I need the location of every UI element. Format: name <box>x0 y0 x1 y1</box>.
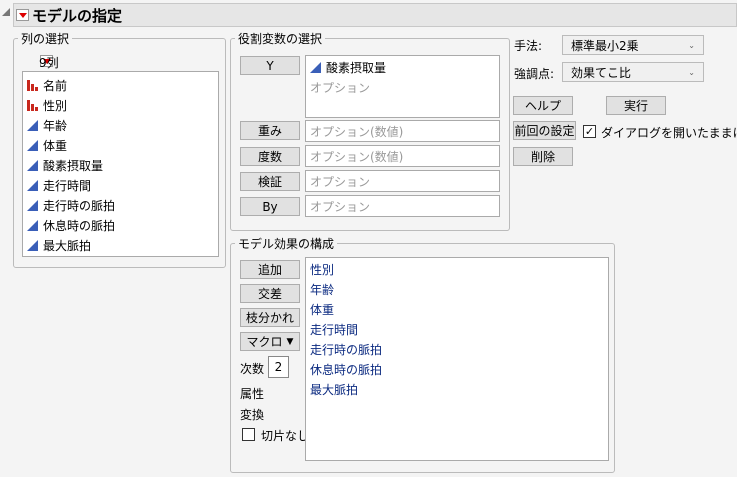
column-label: 走行時の脈拍 <box>43 198 116 213</box>
by-button[interactable]: By <box>240 197 300 216</box>
by-field[interactable]: オプション <box>305 195 500 217</box>
chevron-down-icon: ⌄ <box>688 40 695 50</box>
method-label: 手法: <box>514 39 543 53</box>
add-button[interactable]: 追加 <box>240 260 300 279</box>
column-item[interactable]: 性別 <box>27 96 67 114</box>
weight-button[interactable]: 重み <box>240 121 300 140</box>
y-role-value: 酸素摂取量 <box>326 60 387 75</box>
column-count: 9列 <box>39 56 59 70</box>
no-intercept-checkbox[interactable] <box>242 428 255 441</box>
column-item[interactable]: 酸素摂取量 <box>27 156 103 174</box>
continuous-icon <box>27 219 38 231</box>
effect-item[interactable]: 休息時の脈拍 <box>310 360 382 378</box>
validation-field[interactable]: オプション <box>305 170 500 192</box>
continuous-icon <box>27 199 38 211</box>
validation-button[interactable]: 検証 <box>240 172 300 191</box>
run-button[interactable]: 実行 <box>606 96 666 115</box>
column-item[interactable]: 年齢 <box>27 116 67 134</box>
column-label: 休息時の脈拍 <box>43 218 116 233</box>
remove-button[interactable]: 削除 <box>513 147 573 166</box>
freq-button[interactable]: 度数 <box>240 147 300 166</box>
degree-label: 次数 <box>240 362 265 376</box>
column-item[interactable]: 走行時間 <box>27 176 91 194</box>
weight-field[interactable]: オプション(数値) <box>305 120 500 142</box>
degree-input[interactable]: 2 <box>268 356 289 378</box>
emphasis-label: 強調点: <box>514 67 555 81</box>
continuous-icon <box>27 139 38 151</box>
chevron-down-icon: ⌄ <box>688 67 695 77</box>
column-list[interactable]: 名前性別年齢体重酸素摂取量走行時間走行時の脈拍 休息時の脈拍 最大脈拍 <box>22 71 219 257</box>
effect-item[interactable]: 性別 <box>310 260 334 278</box>
continuous-icon <box>27 179 38 191</box>
continuous-icon <box>310 61 321 73</box>
y-role-box[interactable]: 酸素摂取量 オプション <box>305 55 500 118</box>
method-value: 標準最小2乗 <box>571 38 639 53</box>
effects-list[interactable]: 性別年齢体重走行時間走行時の脈拍 休息時の脈拍 最大脈拍 <box>305 257 609 461</box>
column-label: 体重 <box>43 138 68 153</box>
macros-label: マクロ <box>246 335 283 349</box>
continuous-icon <box>27 239 38 251</box>
emphasis-value: 効果てこ比 <box>571 65 632 80</box>
y-role-button[interactable]: Y <box>240 56 300 75</box>
column-item[interactable]: 休息時の脈拍 <box>27 216 115 234</box>
column-label: 名前 <box>43 78 68 93</box>
method-dropdown[interactable]: 標準最小2乗 ⌄ <box>562 35 704 55</box>
column-label: 性別 <box>43 98 68 113</box>
panel-title: モデル効果の構成 <box>235 235 338 252</box>
attributes-label: 属性 <box>240 387 265 401</box>
panel-title: 役割変数の選択 <box>235 30 326 47</box>
column-item[interactable]: 体重 <box>27 136 67 154</box>
column-label: 最大脈拍 <box>43 238 92 253</box>
no-intercept-label: 切片なし <box>261 429 310 443</box>
column-label: 酸素摂取量 <box>43 158 104 173</box>
nest-button[interactable]: 枝分かれ <box>240 308 300 327</box>
help-button[interactable]: ヘルプ <box>513 96 573 115</box>
column-item[interactable]: 最大脈拍 <box>27 236 91 254</box>
transform-label: 変換 <box>240 408 265 422</box>
column-label: 走行時間 <box>43 178 92 193</box>
continuous-icon <box>27 119 38 131</box>
keep-open-label: ダイアログを開いたままにする <box>601 126 737 140</box>
effect-item[interactable]: 年齢 <box>310 280 334 298</box>
column-item[interactable]: 走行時の脈拍 <box>27 196 115 214</box>
panel-title: 列の選択 <box>18 30 73 47</box>
y-role-placeholder: オプション <box>310 80 371 95</box>
effect-item[interactable]: 走行時の脈拍 <box>310 340 382 358</box>
red-triangle-menu-icon[interactable] <box>16 9 29 21</box>
recall-button[interactable]: 前回の設定 <box>513 121 576 140</box>
nominal-bar-icon <box>27 79 38 91</box>
nominal-bar-icon <box>27 99 38 111</box>
cross-button[interactable]: 交差 <box>240 284 300 303</box>
macros-button[interactable]: マクロ ▼ <box>240 332 300 351</box>
continuous-icon <box>27 159 38 171</box>
caret-down-icon: ▼ <box>286 336 294 347</box>
freq-field[interactable]: オプション(数値) <box>305 145 500 167</box>
effect-item[interactable]: 最大脈拍 <box>310 380 358 398</box>
keep-open-checkbox[interactable]: ✓ <box>583 125 596 138</box>
collapse-triangle-icon[interactable] <box>2 8 10 16</box>
page-title: モデルの指定 <box>32 7 123 25</box>
column-item[interactable]: 名前 <box>27 76 67 94</box>
column-label: 年齢 <box>43 118 68 133</box>
effect-item[interactable]: 走行時間 <box>310 320 358 338</box>
effect-item[interactable]: 体重 <box>310 300 334 318</box>
emphasis-dropdown[interactable]: 効果てこ比 ⌄ <box>562 62 704 82</box>
